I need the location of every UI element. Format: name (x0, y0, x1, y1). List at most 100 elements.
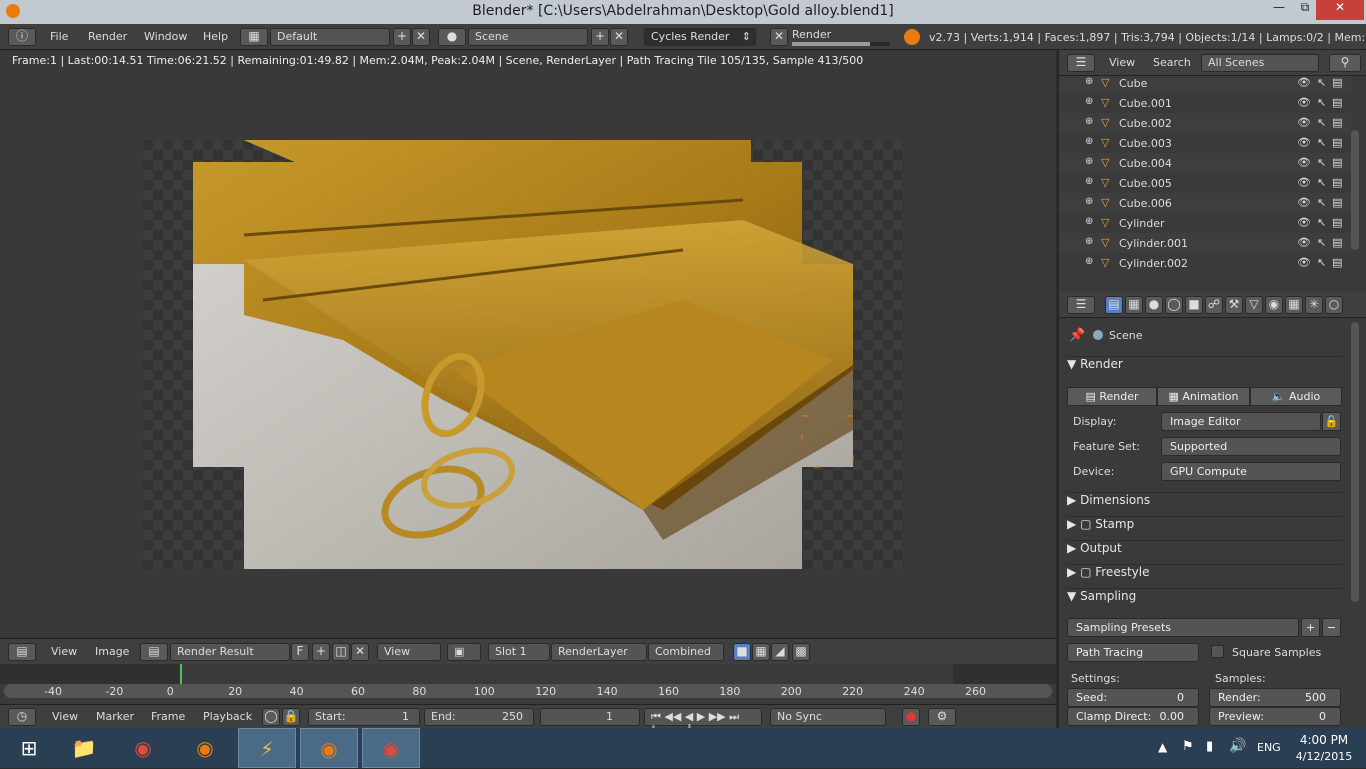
sampling-presets-select[interactable]: Sampling Presets (1067, 618, 1299, 637)
end-frame-field[interactable]: End: 250 (424, 708, 534, 726)
scene-icon[interactable]: ● (438, 28, 466, 46)
start-button-icon[interactable]: ⊞ (0, 728, 58, 768)
remove-preset-icon[interactable]: − (1322, 618, 1341, 637)
maximize-button[interactable]: ⧉ (1292, 0, 1318, 20)
dimensions-panel-header[interactable]: ▶ Dimensions (1067, 492, 1343, 512)
outliner-item[interactable]: ⊕ ▽ Cube.005 👁↖▤ (1059, 173, 1351, 193)
expand-icon[interactable]: ⊕ (1085, 96, 1093, 107)
outliner-item-name[interactable]: Cube.002 (1119, 117, 1172, 130)
outliner-item-name[interactable]: Cube.006 (1119, 197, 1172, 210)
outliner-scrollbar[interactable] (1351, 130, 1359, 250)
remove-layout-icon[interactable]: ✕ (412, 28, 430, 46)
render-engine-select[interactable]: Cycles Render ⇕ (644, 28, 756, 46)
stamp-panel-header[interactable]: ▶ ▢ Stamp (1067, 516, 1343, 536)
outliner-item-name[interactable]: Cube.001 (1119, 97, 1172, 110)
blender-active-taskbar-icon[interactable]: ◉ (300, 728, 358, 768)
square-samples-checkbox[interactable] (1211, 645, 1224, 658)
editor-type-outliner-icon[interactable]: ☰ (1067, 54, 1095, 72)
render-samples-field[interactable]: Render: 500 (1209, 688, 1341, 707)
outliner-item-name[interactable]: Cube.005 (1119, 177, 1172, 190)
app-taskbar-icon[interactable]: ⚡ (238, 728, 296, 768)
outliner-item[interactable]: ⊕ ▽ Cube.002 👁↖▤ (1059, 113, 1351, 133)
visibility-icons[interactable]: 👁↖▤ (1297, 96, 1349, 109)
output-panel-header[interactable]: ▶ Output (1067, 540, 1343, 560)
render-layers-tab-icon[interactable]: ▦ (1125, 296, 1143, 314)
outliner-item[interactable]: ⊕ ▽ Cylinder.001 👁↖▤ (1059, 233, 1351, 253)
visibility-icons[interactable]: 👁↖▤ (1297, 76, 1349, 89)
menu-search[interactable]: Search (1153, 56, 1191, 69)
outliner-item-name[interactable]: Cube.004 (1119, 157, 1172, 170)
flag-icon[interactable]: ⚑ (1182, 739, 1194, 754)
slot-select[interactable]: Slot 1 (488, 643, 550, 661)
outliner-item[interactable]: ⊕ ▽ Cube.004 👁↖▤ (1059, 153, 1351, 173)
expand-icon[interactable]: ⊕ (1085, 76, 1093, 87)
add-preset-icon[interactable]: + (1301, 618, 1320, 637)
cancel-render-icon[interactable]: ✕ (770, 28, 788, 46)
menu-render[interactable]: Render (88, 30, 127, 43)
expand-icon[interactable]: ⊕ (1085, 156, 1093, 167)
close-button[interactable]: ✕ (1316, 0, 1364, 20)
clock-date[interactable]: 4/12/2015 (1292, 750, 1356, 763)
menu-frame[interactable]: Frame (151, 710, 185, 723)
material-tab-icon[interactable]: ◉ (1265, 296, 1283, 314)
freestyle-panel-header[interactable]: ▶ ▢ Freestyle (1067, 564, 1343, 584)
display-mode-select[interactable]: All Scenes (1201, 54, 1319, 72)
pin-icon[interactable]: 📌 (1069, 328, 1085, 343)
speaker-icon[interactable]: 🔊 (1229, 738, 1246, 754)
editor-type-info-icon[interactable]: ⓘ (8, 28, 36, 46)
constraints-tab-icon[interactable]: ☍ (1205, 296, 1223, 314)
menu-playback[interactable]: Playback (203, 710, 252, 723)
menu-marker[interactable]: Marker (96, 710, 134, 723)
blender-taskbar-icon[interactable]: ◉ (176, 728, 234, 768)
outliner-item[interactable]: ⊕ ▽ Cube.006 👁↖▤ (1059, 193, 1351, 213)
menu-view[interactable]: View (1109, 56, 1135, 69)
image-name-field[interactable]: Render Result (170, 643, 290, 661)
freestyle-checkbox[interactable]: ▢ (1080, 565, 1091, 579)
integrator-select[interactable]: Path Tracing (1067, 643, 1199, 662)
particles-tab-icon[interactable]: ✳ (1305, 296, 1323, 314)
lock-interface-icon[interactable]: 🔓 (1322, 412, 1341, 431)
outliner-item[interactable]: ⊕ ▽ Cylinder 👁↖▤ (1059, 213, 1351, 233)
expand-icon[interactable]: ⊕ (1085, 236, 1093, 247)
z-buffer-icon[interactable]: ◢ (771, 643, 789, 661)
visibility-icons[interactable]: 👁↖▤ (1297, 216, 1349, 229)
data-tab-icon[interactable]: ▽ (1245, 296, 1263, 314)
feature-set-select[interactable]: Supported (1161, 437, 1341, 456)
alpha-checker-icon[interactable]: ▦ (752, 643, 770, 661)
expand-icon[interactable]: ⊕ (1085, 196, 1093, 207)
current-frame-marker[interactable] (180, 664, 182, 684)
fake-user-button[interactable]: F (291, 643, 309, 661)
menu-view[interactable]: View (51, 645, 77, 658)
menu-view[interactable]: View (52, 710, 78, 723)
render-button[interactable]: ▤ Render (1067, 387, 1157, 406)
file-explorer-icon[interactable]: 📁 (55, 728, 113, 768)
visibility-icons[interactable]: 👁↖▤ (1297, 236, 1349, 249)
start-frame-field[interactable]: Start: 1 (308, 708, 420, 726)
tray-arrow-icon[interactable]: ▲ (1158, 740, 1167, 754)
screen-layout-field[interactable]: Default (270, 28, 390, 46)
expand-icon[interactable]: ⊕ (1085, 136, 1093, 147)
render-pass-select[interactable]: Combined (648, 643, 724, 661)
editor-type-properties-icon[interactable]: ☰ (1067, 296, 1095, 314)
timeline-area[interactable]: -40 -20 0 20 40 60 80 100 120 140 160 180 200 220 240 2… (0, 664, 1056, 704)
sync-select[interactable]: No Sync (770, 708, 886, 726)
clock-time[interactable]: 4:00 PM (1296, 733, 1352, 747)
preview-samples-field[interactable]: Preview: 0 (1209, 707, 1341, 726)
editor-type-image-icon[interactable]: ▤ (8, 643, 36, 661)
seed-field[interactable]: Seed: 0 (1067, 688, 1199, 707)
modifiers-tab-icon[interactable]: ⚒ (1225, 296, 1243, 314)
remove-scene-icon[interactable]: ✕ (610, 28, 628, 46)
color-alpha-icon[interactable]: ■ (733, 643, 751, 661)
minimize-button[interactable]: — (1266, 0, 1292, 20)
outliner-item[interactable]: ⊕ ▽ Cylinder.002 👁↖▤ (1059, 253, 1351, 273)
new-image-icon[interactable]: + (312, 643, 330, 661)
outliner-item[interactable]: ⊕ ▽ Cube.003 👁↖▤ (1059, 133, 1351, 153)
menu-image[interactable]: Image (95, 645, 129, 658)
audio-button[interactable]: 🔈 Audio (1250, 387, 1342, 406)
object-tab-icon[interactable]: ■ (1185, 296, 1203, 314)
outliner-item-name[interactable]: Cylinder.002 (1119, 257, 1188, 270)
expand-icon[interactable]: ⊕ (1085, 256, 1093, 267)
menu-window[interactable]: Window (144, 30, 187, 43)
menu-help[interactable]: Help (203, 30, 228, 43)
record-icon[interactable]: ● (902, 708, 920, 726)
